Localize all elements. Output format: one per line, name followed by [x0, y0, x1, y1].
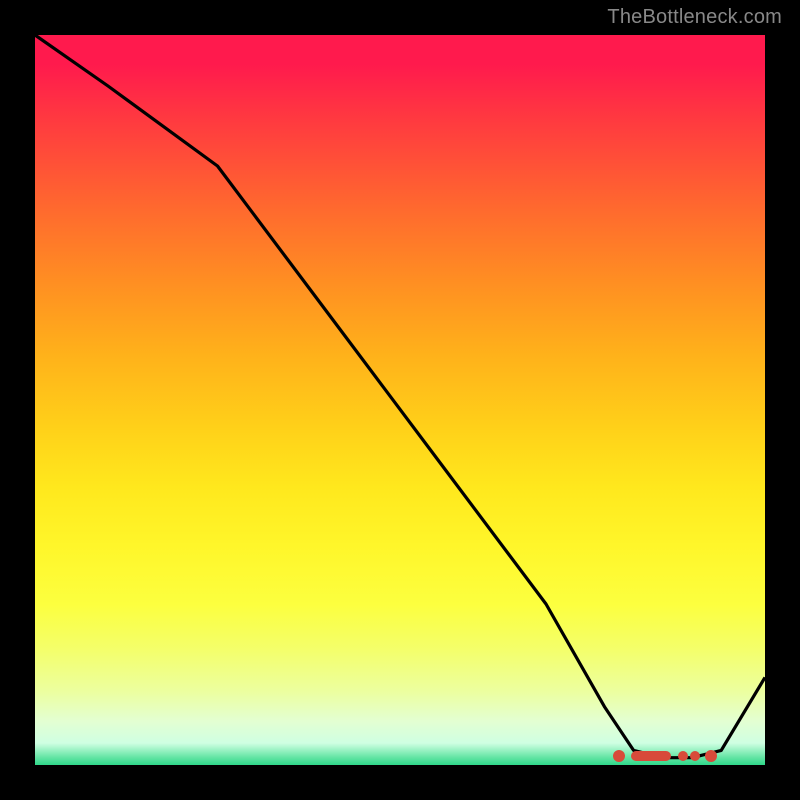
frame-border: [0, 765, 800, 800]
chart-container: TheBottleneck.com: [0, 0, 800, 800]
gradient-plot-area: [35, 35, 765, 765]
frame-border: [765, 0, 800, 800]
frame-border: [0, 0, 35, 800]
watermark-text: TheBottleneck.com: [607, 6, 782, 29]
